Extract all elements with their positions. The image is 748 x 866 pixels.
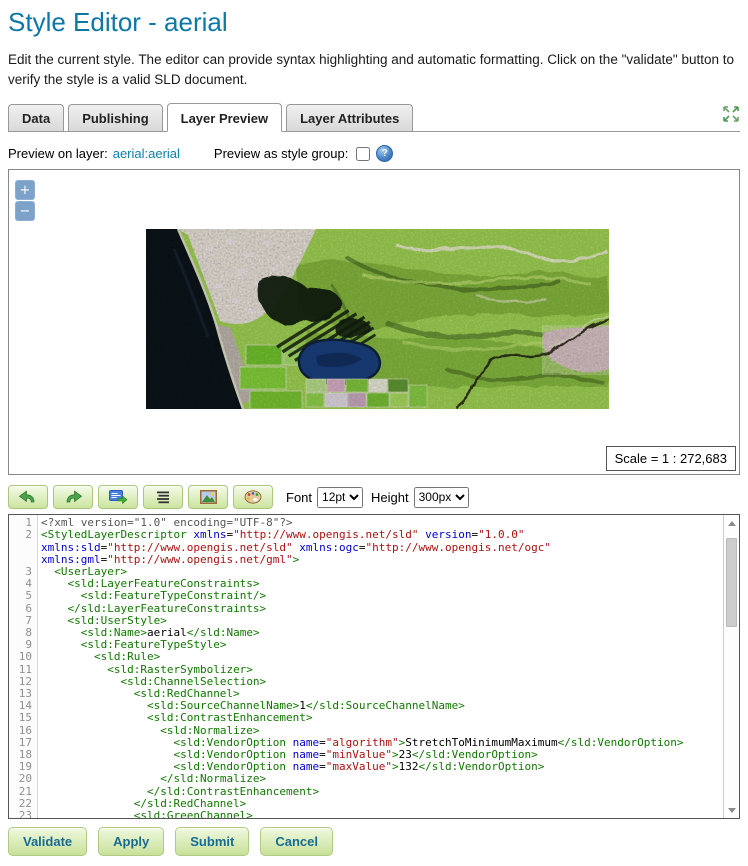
goto-line-button[interactable] [98, 485, 138, 509]
style-editor-page: Style Editor - aerial Edit the current s… [0, 0, 748, 866]
zoom-out-button[interactable]: − [15, 201, 35, 221]
code-lines[interactable]: 1<?xml version="1.0" encoding="UTF-8"?>2… [9, 515, 723, 818]
line-number: 20 [9, 773, 37, 785]
redo-icon [63, 490, 83, 504]
line-number: 8 [9, 627, 37, 639]
undo-icon [18, 490, 38, 504]
line-number: 23 [9, 810, 37, 818]
line-number: 4 [9, 578, 37, 590]
undo-button[interactable] [8, 485, 48, 509]
zoom-in-button[interactable]: + [15, 180, 35, 200]
scroll-down-icon [728, 808, 736, 813]
scroll-up-icon [728, 521, 736, 526]
insert-image-button[interactable] [188, 485, 228, 509]
code-line: 23 <sld:GreenChannel> [9, 810, 723, 818]
style-group-label: Preview as style group: [214, 146, 348, 161]
line-number: 2 [9, 529, 37, 566]
tab-publishing[interactable]: Publishing [68, 104, 162, 131]
line-content: <StyledLayerDescriptor xmlns="http://www… [37, 529, 723, 566]
maximize-icon[interactable] [722, 105, 740, 123]
line-number: 16 [9, 725, 37, 737]
tab-bar: Data Publishing Layer Preview Layer Attr… [8, 103, 740, 132]
line-number: 21 [9, 786, 37, 798]
tab-layer-attributes[interactable]: Layer Attributes [286, 104, 413, 131]
scrollbar-thumb[interactable] [726, 538, 737, 627]
page-description: Edit the current style. The editor can p… [8, 50, 744, 89]
help-icon[interactable]: ? [376, 145, 393, 162]
line-number: 11 [9, 664, 37, 676]
line-number: 10 [9, 651, 37, 663]
page-title: Style Editor - aerial [8, 7, 740, 38]
height-label: Height [371, 490, 409, 505]
line-number: 7 [9, 615, 37, 627]
line-number: 1 [9, 517, 37, 529]
editor-scrollbar[interactable] [723, 515, 739, 818]
tab-data[interactable]: Data [8, 104, 64, 131]
tab-layer-preview[interactable]: Layer Preview [167, 103, 282, 132]
auto-format-button[interactable] [143, 485, 183, 509]
code-line: 2<StyledLayerDescriptor xmlns="http://ww… [9, 529, 723, 566]
layer-link[interactable]: aerial:aerial [113, 146, 180, 161]
map-preview-panel: + − [8, 169, 740, 475]
line-number: 3 [9, 566, 37, 578]
map-preview-image[interactable] [146, 229, 609, 409]
color-picker-icon [244, 490, 262, 504]
height-select[interactable]: 300px [414, 487, 469, 508]
scale-readout: Scale = 1 : 272,683 [606, 446, 736, 471]
line-number: 6 [9, 603, 37, 615]
map-zoom-controls: + − [15, 180, 35, 221]
line-content: <sld:GreenChannel> [37, 810, 723, 818]
scrollbar-up-button[interactable] [724, 516, 739, 530]
goto-line-icon [109, 490, 128, 504]
font-select[interactable]: 12pt [317, 487, 363, 508]
sld-code-editor[interactable]: 1<?xml version="1.0" encoding="UTF-8"?>2… [8, 514, 740, 819]
insert-image-icon [200, 490, 217, 504]
preview-on-layer-label: Preview on layer: [8, 146, 108, 161]
style-group-checkbox[interactable] [356, 147, 370, 161]
auto-format-icon [156, 490, 170, 504]
editor-toolbar: Font 12pt Height 300px [8, 485, 740, 509]
font-label: Font [286, 490, 312, 505]
preview-controls-row: Preview on layer: aerial:aerial Preview … [8, 145, 740, 162]
redo-button[interactable] [53, 485, 93, 509]
scrollbar-down-button[interactable] [724, 803, 739, 817]
line-number: 15 [9, 712, 37, 724]
color-picker-button[interactable] [233, 485, 273, 509]
line-number: 5 [9, 590, 37, 602]
